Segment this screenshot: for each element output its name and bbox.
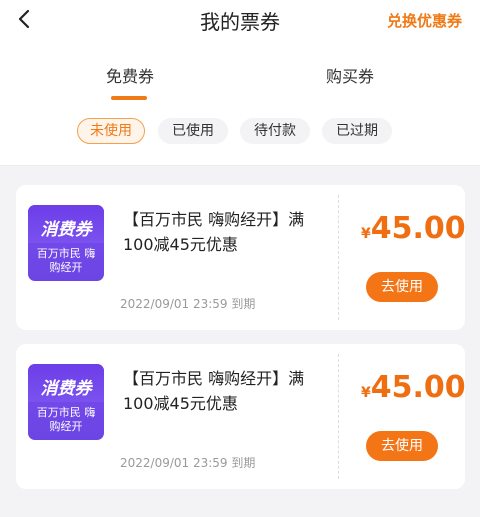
voucher-badge: 消费券 百万市民 嗨购经开 bbox=[28, 364, 104, 440]
coupon-amount: 45.00 bbox=[370, 211, 466, 246]
filter-pending-payment[interactable]: 待付款 bbox=[240, 118, 310, 144]
active-tab-indicator bbox=[111, 96, 147, 100]
coupon-expiry: 2022/09/01 23:59 到期 bbox=[120, 456, 256, 470]
top-panel: 我的票券 兑换优惠券 免费券 购买券 未使用 已使用 待付款 已过期 bbox=[0, 0, 480, 166]
badge-subtitle: 百万市民 嗨购经开 bbox=[36, 406, 96, 433]
card-divider bbox=[338, 195, 339, 320]
badge-title: 消费券 bbox=[40, 379, 92, 399]
coupon-price: ¥45.00 bbox=[361, 211, 466, 246]
filter-used[interactable]: 已使用 bbox=[158, 118, 228, 144]
badge-subtitle: 百万市民 嗨购经开 bbox=[36, 247, 96, 274]
tab-free-coupons[interactable]: 免费券 bbox=[70, 63, 190, 87]
coupon-price: ¥45.00 bbox=[361, 370, 466, 405]
voucher-badge: 消费券 百万市民 嗨购经开 bbox=[28, 205, 104, 281]
coupon-card[interactable]: 消费券 百万市民 嗨购经开 【百万市民 嗨购经开】满100减45元优惠 2022… bbox=[16, 344, 466, 489]
badge-title: 消费券 bbox=[40, 220, 92, 240]
filter-expired[interactable]: 已过期 bbox=[322, 118, 392, 144]
tab-purchased-coupons[interactable]: 购买券 bbox=[290, 63, 410, 87]
use-coupon-button[interactable]: 去使用 bbox=[366, 431, 438, 461]
coupon-expiry: 2022/09/01 23:59 到期 bbox=[120, 297, 256, 311]
currency-symbol: ¥ bbox=[361, 226, 371, 242]
use-coupon-button[interactable]: 去使用 bbox=[366, 272, 438, 302]
coupon-title: 【百万市民 嗨购经开】满100减45元优惠 bbox=[123, 210, 305, 254]
redeem-coupon-link[interactable]: 兑换优惠券 bbox=[387, 10, 462, 31]
coupon-title: 【百万市民 嗨购经开】满100减45元优惠 bbox=[123, 369, 305, 413]
currency-symbol: ¥ bbox=[361, 385, 371, 401]
coupon-card[interactable]: 消费券 百万市民 嗨购经开 【百万市民 嗨购经开】满100减45元优惠 2022… bbox=[16, 185, 466, 330]
filter-unused[interactable]: 未使用 bbox=[77, 118, 145, 144]
coupon-amount: 45.00 bbox=[370, 370, 466, 405]
card-divider bbox=[338, 354, 339, 479]
